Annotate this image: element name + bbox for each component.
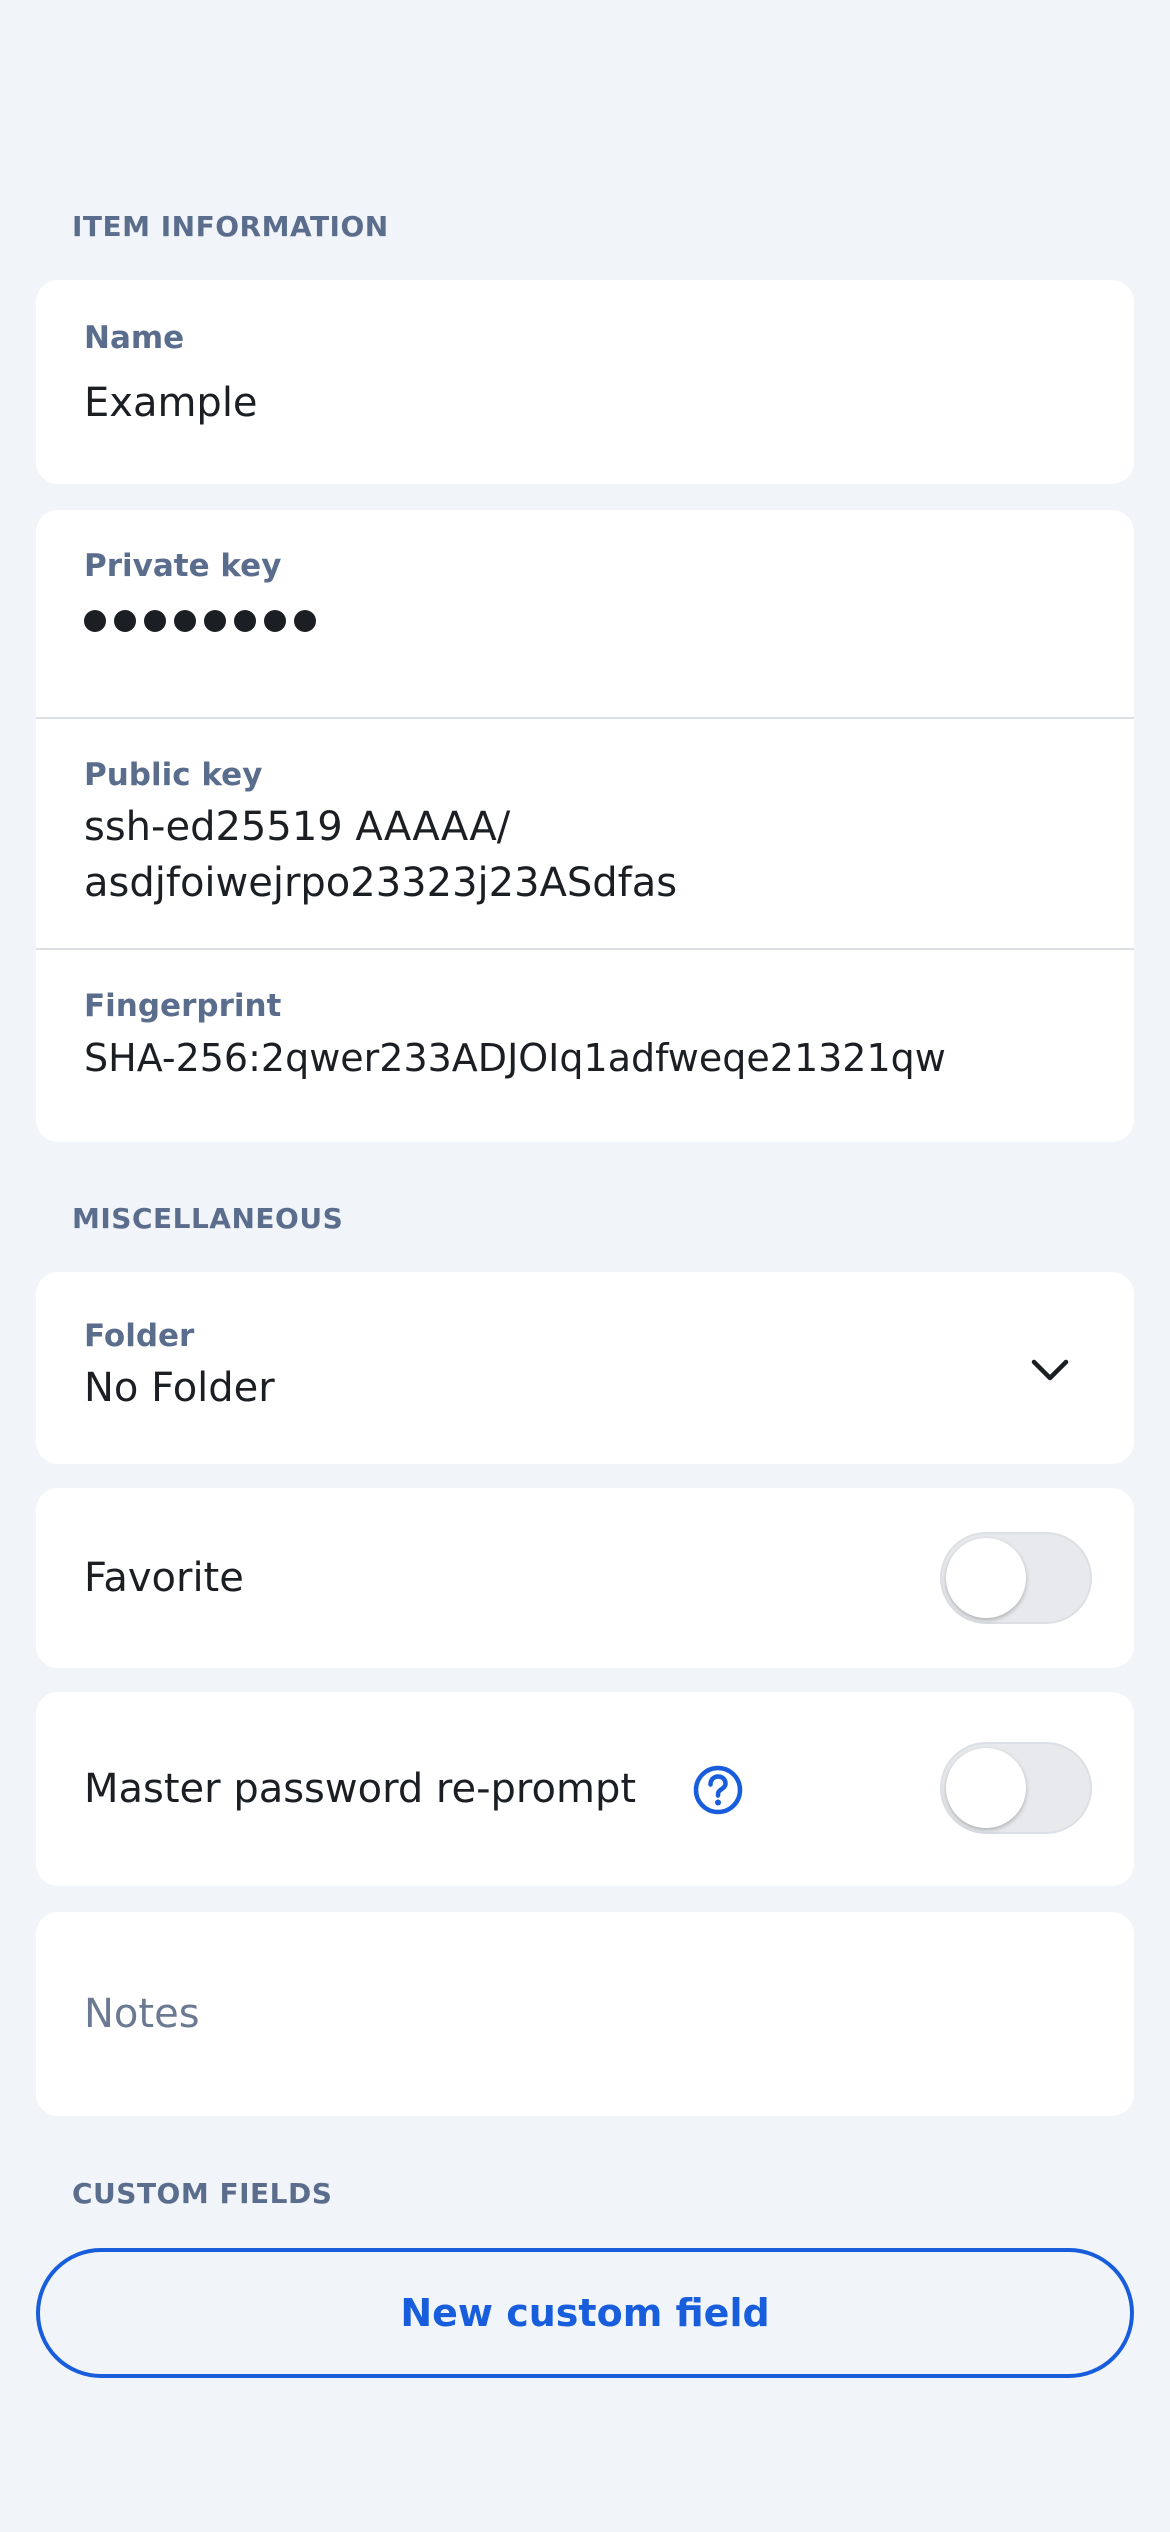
public-key-label: Public key: [84, 757, 263, 793]
fingerprint-label: Fingerprint: [84, 988, 282, 1024]
name-field-label: Name: [84, 320, 185, 356]
private-key-masked-value: [84, 610, 316, 632]
favorite-row: Favorite: [36, 1488, 1134, 1668]
favorite-label: Favorite: [84, 1555, 244, 1601]
section-header-custom-fields: CUSTOM FIELDS: [72, 2177, 333, 2210]
toggle-knob: [946, 1538, 1026, 1618]
reprompt-label: Master password re-prompt: [84, 1766, 637, 1812]
fingerprint-row[interactable]: Fingerprint SHA-256:2qwer233ADJOIq1adfwe…: [36, 950, 1134, 1140]
notes-field[interactable]: Notes: [36, 1912, 1134, 2116]
fingerprint-value: SHA-256:2qwer233ADJOIq1adfweqe21321qw: [84, 1036, 946, 1080]
question-circle-icon[interactable]: [692, 1764, 744, 1816]
name-field-card[interactable]: Name Example: [36, 280, 1134, 484]
section-header-item-information: ITEM INFORMATION: [72, 210, 389, 243]
chevron-down-icon: [1031, 1359, 1069, 1381]
private-key-row[interactable]: Private key: [36, 510, 1134, 718]
favorite-toggle[interactable]: [940, 1532, 1092, 1624]
notes-placeholder: Notes: [84, 1991, 200, 2037]
public-key-value: ssh-ed25519 AAAAA/ asdjfoiwejrpo23323j23…: [84, 804, 678, 906]
public-key-row[interactable]: Public key ssh-ed25519 AAAAA/ asdjfoiwej…: [36, 719, 1134, 939]
master-password-reprompt-row: Master password re-prompt: [36, 1692, 1134, 1886]
private-key-label: Private key: [84, 548, 282, 584]
ssh-key-card: Private key Public key ssh-ed25519 AAAAA…: [36, 510, 1134, 1142]
toggle-knob: [946, 1748, 1026, 1828]
reprompt-toggle[interactable]: [940, 1742, 1092, 1834]
name-field-value[interactable]: Example: [84, 375, 1094, 431]
section-header-miscellaneous: MISCELLANEOUS: [72, 1202, 344, 1235]
new-custom-field-button[interactable]: New custom field: [36, 2248, 1134, 2378]
folder-select[interactable]: Folder No Folder: [36, 1272, 1134, 1464]
folder-value: No Folder: [84, 1365, 275, 1411]
folder-label: Folder: [84, 1318, 195, 1354]
